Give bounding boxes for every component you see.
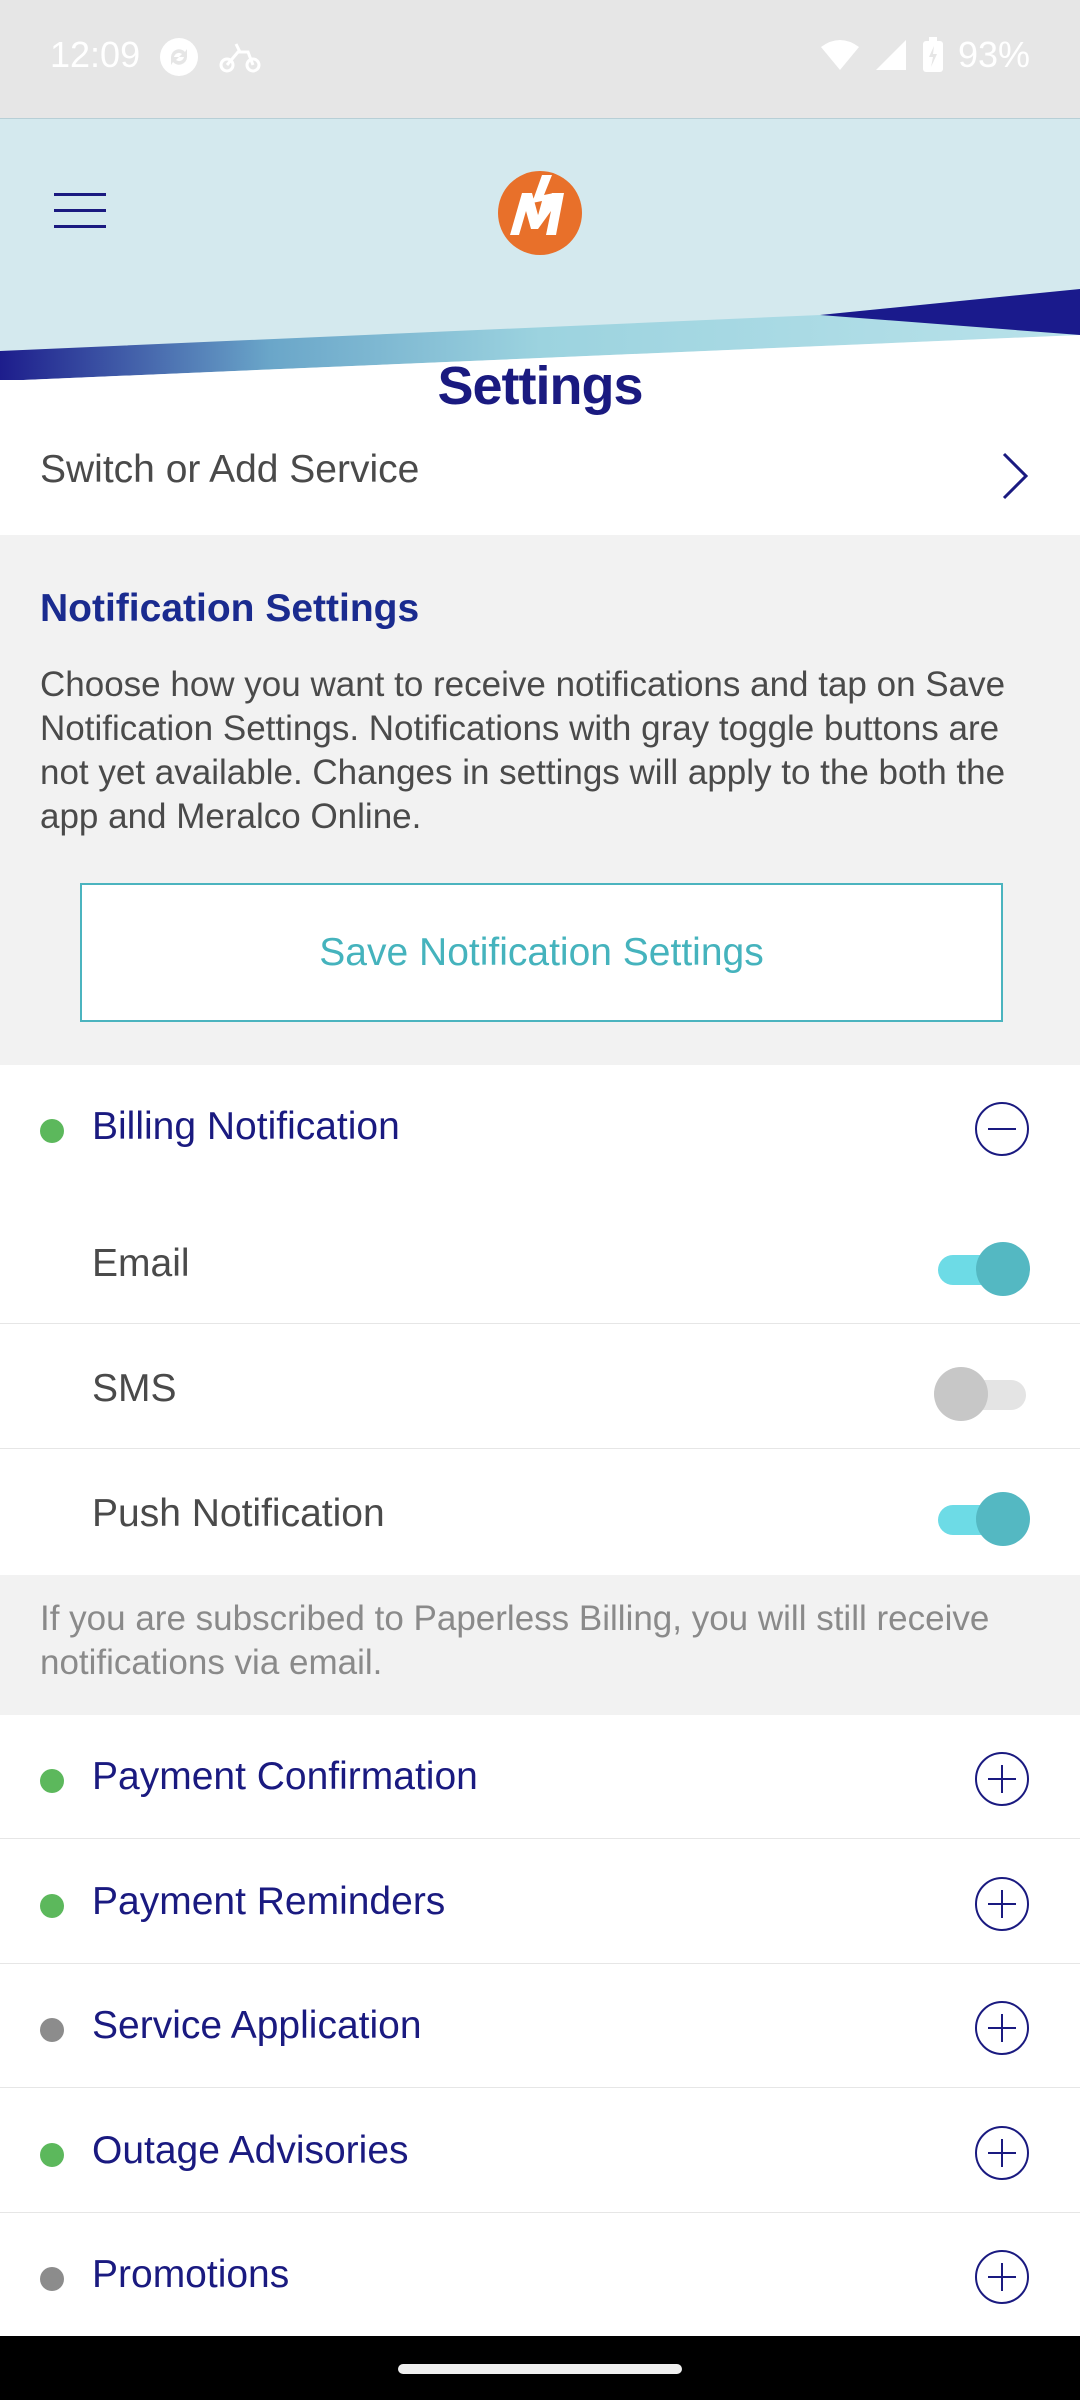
home-gesture-handle[interactable] [398, 2364, 682, 2374]
push-notification-toggle[interactable] [934, 1490, 1030, 1546]
expand-plus-icon[interactable] [974, 2125, 1030, 2181]
battery-icon [922, 37, 943, 72]
wifi-icon [820, 40, 859, 70]
category-label: Outage Advisories [92, 2129, 409, 2172]
status-dot-available [40, 1119, 64, 1143]
channel-label: Email [92, 1242, 190, 1285]
toggle-knob [934, 1367, 988, 1421]
notification-settings-section: Notification Settings Choose how you wan… [0, 535, 1080, 1065]
category-service-application[interactable]: Service Application [0, 1964, 1080, 2088]
email-toggle[interactable] [934, 1240, 1030, 1296]
battery-percentage: 93% [957, 34, 1030, 75]
collapse-minus-icon[interactable] [974, 1101, 1030, 1157]
switch-add-service-row[interactable]: Switch or Add Service [0, 430, 1080, 535]
expand-plus-icon[interactable] [974, 1876, 1030, 1932]
category-label: Billing Notification [92, 1105, 400, 1148]
system-navigation-bar [0, 2336, 1080, 2400]
status-time: 12:09 [50, 34, 141, 75]
hamburger-menu-icon[interactable] [52, 189, 110, 233]
category-payment-reminders[interactable]: Payment Reminders [0, 1840, 1080, 1964]
paperless-billing-note: If you are subscribed to Paperless Billi… [0, 1575, 1080, 1715]
category-label: Service Application [92, 2004, 422, 2047]
channel-row-push-notification: Push Notification [0, 1450, 1080, 1574]
expand-plus-icon[interactable] [974, 2249, 1030, 2305]
paperless-billing-text: If you are subscribed to Paperless Billi… [40, 1599, 990, 1682]
sync-icon [160, 38, 198, 76]
category-billing-notification[interactable]: Billing Notification [0, 1065, 1080, 1189]
status-dot-unavailable [40, 2018, 64, 2042]
page-title: Settings [437, 356, 643, 416]
notification-settings-description: Choose how you want to receive notificat… [40, 665, 1006, 836]
scooter-icon [219, 43, 261, 73]
expand-plus-icon[interactable] [974, 2000, 1030, 2056]
category-outage-advisories[interactable]: Outage Advisories [0, 2089, 1080, 2213]
channel-row-email: Email [0, 1200, 1080, 1324]
category-label: Payment Reminders [92, 1880, 446, 1923]
category-payment-confirmation[interactable]: Payment Confirmation [0, 1715, 1080, 1839]
signal-icon [875, 40, 906, 70]
status-bar: 12:09 93% [0, 0, 1080, 118]
channel-label: Push Notification [92, 1492, 385, 1535]
chevron-right-icon [1002, 452, 1029, 500]
meralco-logo[interactable] [496, 169, 584, 257]
save-notification-settings-button[interactable]: Save Notification Settings [80, 883, 1003, 1022]
notification-settings-title: Notification Settings [40, 587, 420, 630]
status-dot-available [40, 2143, 64, 2167]
switch-add-service-label: Switch or Add Service [40, 448, 420, 491]
status-left-icons [158, 36, 262, 78]
status-dot-unavailable [40, 2267, 64, 2291]
expand-plus-icon[interactable] [974, 1751, 1030, 1807]
app-header [0, 118, 1080, 380]
status-dot-available [40, 1769, 64, 1793]
toggle-knob [976, 1492, 1030, 1546]
category-label: Promotions [92, 2253, 290, 2296]
channel-label: SMS [92, 1367, 177, 1410]
category-promotions[interactable]: Promotions [0, 2213, 1080, 2337]
sms-toggle[interactable] [934, 1365, 1030, 1421]
channel-row-sms: SMS [0, 1325, 1080, 1449]
category-label: Payment Confirmation [92, 1755, 478, 1798]
status-right: 93% [820, 34, 1030, 76]
toggle-knob [976, 1242, 1030, 1296]
status-dot-available [40, 1894, 64, 1918]
